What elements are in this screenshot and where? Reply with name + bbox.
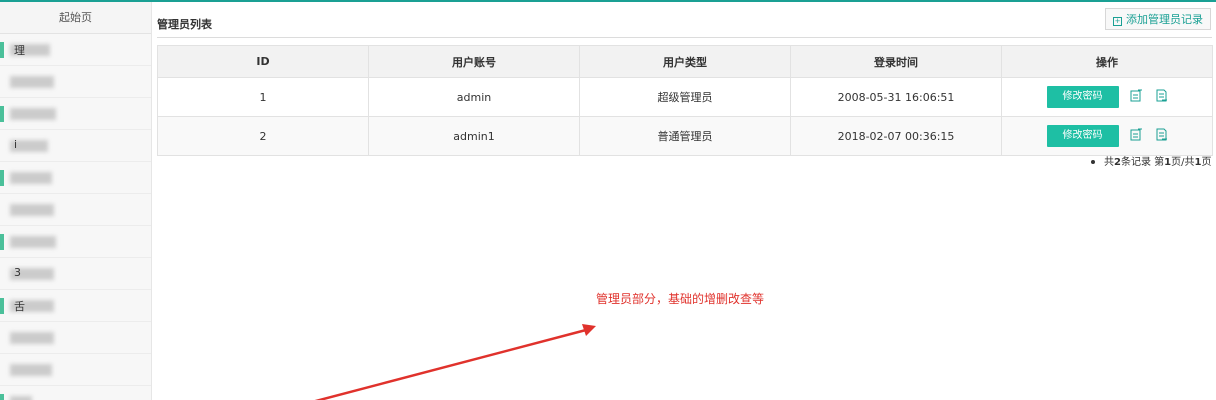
annotation-arrow bbox=[314, 324, 596, 400]
